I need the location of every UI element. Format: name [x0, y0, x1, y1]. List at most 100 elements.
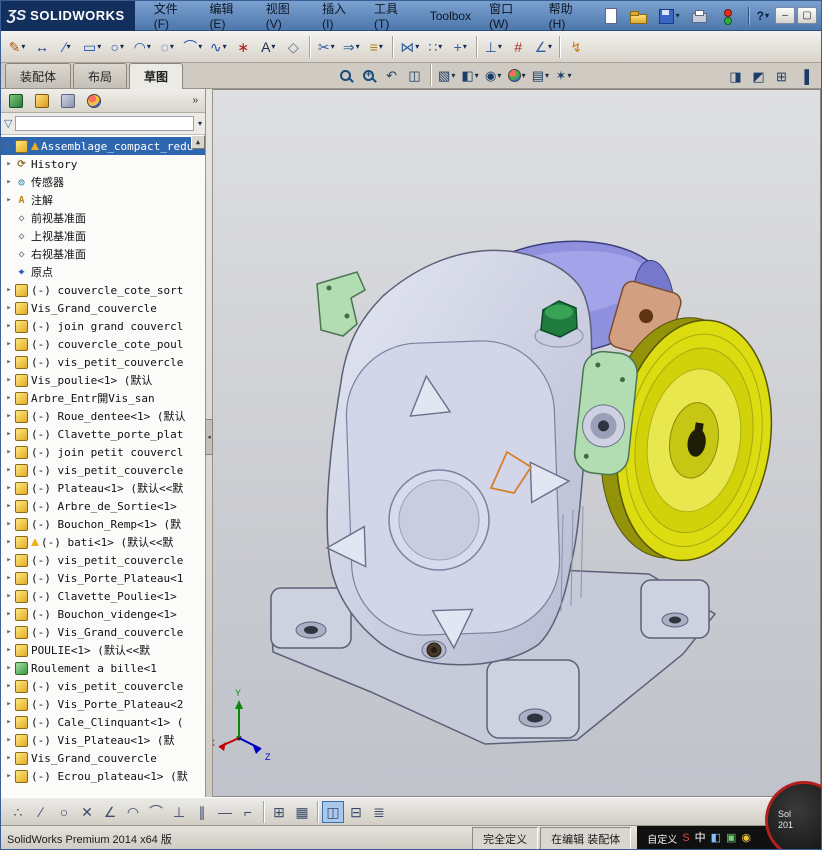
panel-tabs-more-button[interactable]: » [188, 95, 202, 106]
menu-item-2[interactable]: 视图(V) [257, 1, 313, 35]
tab-布局[interactable]: 布局 [73, 63, 128, 88]
tree-item-18[interactable]: ▸ (-) vis_petit_couvercle [1, 461, 205, 479]
ime-chinese-icon[interactable]: 中 [695, 833, 706, 844]
tree-item-9[interactable]: ▸ Vis_Grand_couvercle [1, 299, 205, 317]
tree-item-8[interactable]: ▸ (-) couvercle_cote_sort [1, 281, 205, 299]
expand-caret-icon[interactable]: ▸ [4, 699, 14, 709]
tree-filter-input[interactable] [15, 116, 194, 131]
trim-entities-button[interactable]: ✂ ▾ [314, 34, 338, 60]
tree-item-23[interactable]: ▸ (-) vis_petit_couvercle [1, 551, 205, 569]
expand-caret-icon[interactable]: ▸ [4, 717, 14, 727]
edit-appearance-button[interactable]: ▾ [506, 65, 528, 85]
menu-item-7[interactable]: 帮助(H) [540, 1, 597, 35]
panel-tab-display-manager[interactable] [82, 91, 106, 111]
centerpoint-arc-button[interactable]: ◠ ▾ [130, 34, 154, 60]
tree-item-21[interactable]: ▸ (-) Bouchon_Remp<1> (默 [1, 515, 205, 533]
print-document-button[interactable] [686, 5, 712, 27]
expand-caret-icon[interactable]: ▸ [4, 519, 14, 529]
expand-caret-icon[interactable]: ▸ [4, 429, 14, 439]
instant-2d-button[interactable]: ↯ [564, 34, 588, 60]
expand-caret-icon[interactable]: ▸ [4, 555, 14, 565]
previous-view-button[interactable]: ↶ [381, 65, 402, 85]
expand-caret-icon[interactable]: ▸ [4, 447, 14, 457]
expand-caret-icon[interactable]: ▸ [4, 483, 14, 493]
snap-horizontal-button[interactable]: — [214, 801, 236, 823]
tray-volume-icon[interactable]: ◉ [741, 833, 751, 844]
tree-item-22[interactable]: ▸ (-) bati<1> (默认<<默 [1, 533, 205, 551]
tree-item-27[interactable]: ▸ (-) Vis_Grand_couvercle [1, 623, 205, 641]
hide-show-items-button[interactable]: ◉ ▾ [483, 65, 504, 85]
expand-caret-icon[interactable]: ▸ [4, 357, 14, 367]
smart-dimension-button[interactable]: ↔ [30, 34, 54, 60]
tree-item-14[interactable]: ▸ Arbre_Entr開Vis_san [1, 389, 205, 407]
mirror-entities-button[interactable]: ⋈ ▾ [397, 34, 422, 60]
expand-caret-icon[interactable]: ▸ [4, 591, 14, 601]
expand-caret-icon[interactable]: ▸ [4, 501, 14, 511]
tree-item-10[interactable]: ▸ (-) join grand couvercl [1, 317, 205, 335]
view-orientation-button[interactable]: ▧ ▾ [436, 65, 457, 85]
tree-item-5[interactable]: ◇ 上视基准面 [1, 227, 205, 245]
model-drain-plug[interactable] [421, 640, 447, 660]
tree-item-20[interactable]: ▸ (-) Arbre_de_Sortie<1> [1, 497, 205, 515]
section-view-button[interactable]: ◫ [404, 65, 425, 85]
expand-caret-icon[interactable]: ▸ [4, 375, 14, 385]
panel-tab-feature-tree[interactable] [4, 91, 28, 111]
expand-caret-icon[interactable]: ▸ [4, 195, 14, 205]
new-document-button[interactable] [597, 5, 623, 27]
tree-item-13[interactable]: ▸ Vis_poulie<1> (默认 [1, 371, 205, 389]
menu-item-4[interactable]: 工具(T) [365, 1, 421, 35]
tree-item-26[interactable]: ▸ (-) Bouchon_videnge<1> [1, 605, 205, 623]
tree-item-1[interactable]: ▸ ⟳ History [1, 155, 205, 173]
viewport-two-button[interactable]: ⊟ [345, 801, 367, 823]
grid-snap-button[interactable]: ⊞ [268, 801, 290, 823]
expand-caret-icon[interactable]: ▸ [4, 771, 14, 781]
offset-entities-button[interactable]: ≡ ▾ [364, 34, 388, 60]
tree-item-19[interactable]: ▸ (-) Plateau<1> (默认<<默 [1, 479, 205, 497]
line-button[interactable]: ∕ ▾ [55, 34, 79, 60]
collapse-pane-button[interactable]: ▐ [794, 66, 815, 86]
expand-caret-icon[interactable]: ▸ [4, 753, 14, 763]
tree-scroll-up-button[interactable]: ▲ [191, 135, 205, 149]
tree-item-32[interactable]: ▸ (-) Cale_Clinquant<1> ( [1, 713, 205, 731]
apply-scene-button[interactable]: ▤ ▾ [530, 65, 551, 85]
text-button[interactable]: A ▾ [256, 34, 280, 60]
graphics-viewport[interactable]: X Y Z [213, 89, 821, 797]
tray-display-icon[interactable]: ◧ [711, 833, 721, 844]
viewport-single-button[interactable]: ◫ [322, 800, 344, 823]
tree-item-25[interactable]: ▸ (-) Clavette_Poulie<1> [1, 587, 205, 605]
menu-item-5[interactable]: Toolbox [421, 5, 480, 27]
move-entities-button[interactable]: + ▾ [448, 34, 472, 60]
snap-intersection-button[interactable]: ✕ [76, 801, 98, 823]
tree-item-3[interactable]: ▸ A 注解 [1, 191, 205, 209]
featuremanager-pane-button[interactable]: ◨ [725, 66, 746, 86]
ime-sogou-icon[interactable]: S [682, 833, 689, 844]
expand-caret-icon[interactable]: ▸ [4, 735, 14, 745]
snap-line-button[interactable]: ∕ [30, 801, 52, 823]
snap-tangent-button[interactable]: ⌒ [145, 801, 167, 823]
repair-sketch-button[interactable]: # [506, 34, 530, 60]
expand-caret-icon[interactable]: ▸ [4, 645, 14, 655]
spline-button[interactable]: ∿ ▾ [206, 34, 230, 60]
tree-item-15[interactable]: ▸ (-) Roue_dentee<1> (默认 [1, 407, 205, 425]
display-delete-relations-button[interactable]: ⊥ ▾ [481, 34, 505, 60]
expand-caret-icon[interactable]: ▸ [4, 411, 14, 421]
snap-arc-button[interactable]: ◠ [122, 801, 144, 823]
tree-item-12[interactable]: ▸ (-) vis_petit_couvercle [1, 353, 205, 371]
expand-caret-icon[interactable]: ▸ [4, 159, 14, 169]
display-style-button[interactable]: ◧ ▾ [459, 65, 480, 85]
point-button[interactable]: ∗ [231, 34, 255, 60]
expand-caret-icon[interactable]: ▸ [4, 627, 14, 637]
quick-snaps-button[interactable]: ∠ ▾ [531, 34, 555, 60]
panel-tab-property-manager[interactable] [30, 91, 54, 111]
ellipse-button[interactable]: ◌ ▾ [155, 34, 179, 60]
snap-parallel-button[interactable]: ∥ [191, 801, 213, 823]
plane-button[interactable]: ◇ [281, 34, 305, 60]
tree-item-7[interactable]: ⌖ 原点 [1, 263, 205, 281]
menu-item-6[interactable]: 窗口(W) [480, 1, 540, 35]
panel-tab-configurations[interactable] [56, 91, 80, 111]
tree-item-6[interactable]: ◇ 右视基准面 [1, 245, 205, 263]
expand-caret-icon[interactable]: ▸ [4, 681, 14, 691]
menu-item-0[interactable]: 文件(F) [145, 1, 201, 35]
linear-sketch-pattern-button[interactable]: ∷ ▾ [423, 34, 447, 60]
snap-angle-button[interactable]: ∠ [99, 801, 121, 823]
